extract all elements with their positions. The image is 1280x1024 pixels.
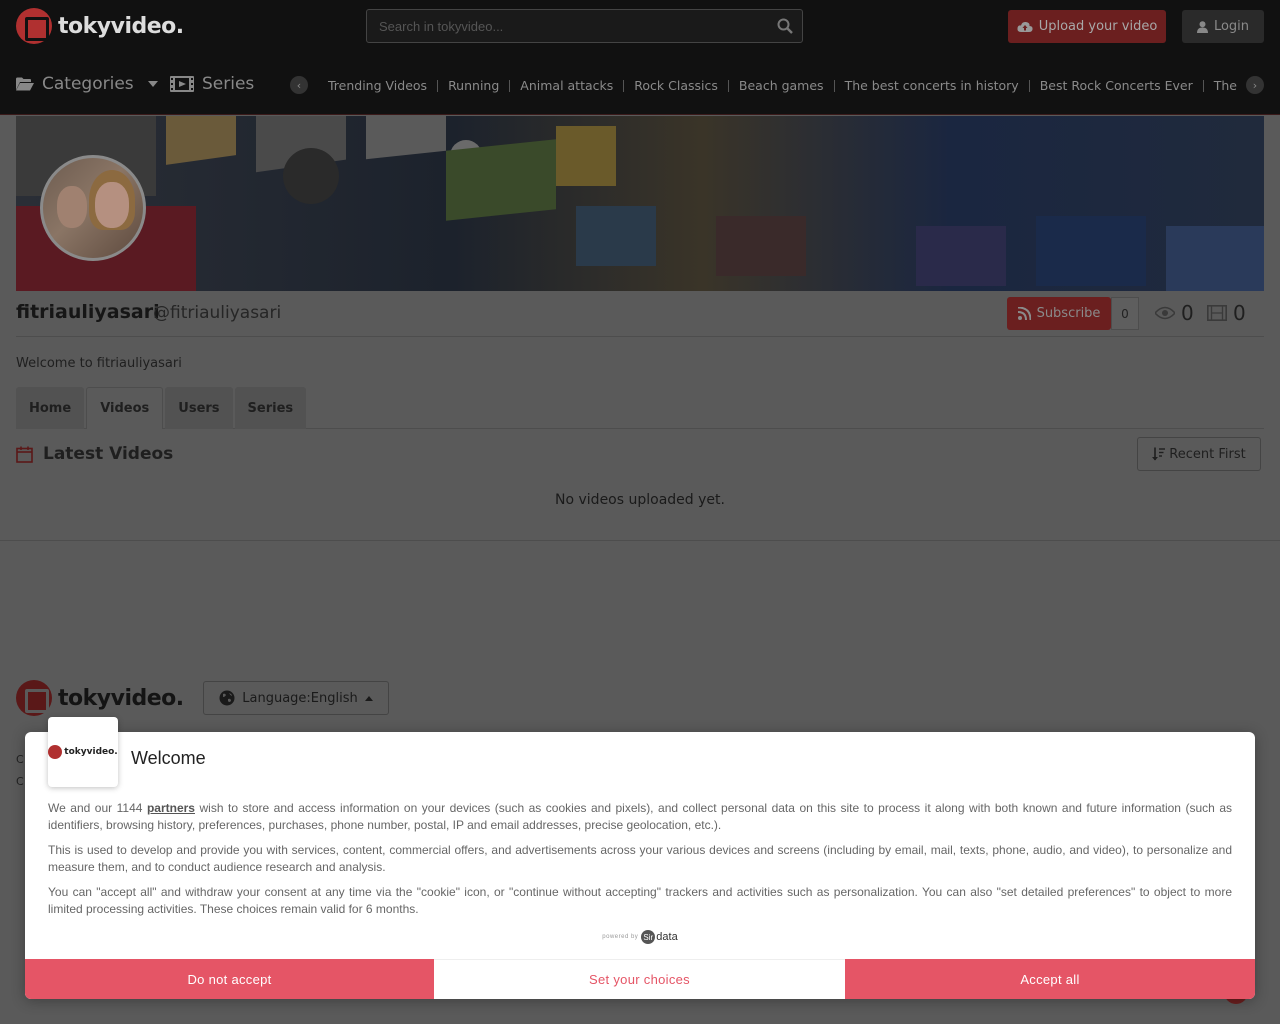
footer-text-line-2: C [16, 775, 24, 788]
consent-logo-text: tokyvideo. [64, 747, 118, 757]
caret-up-icon [364, 695, 373, 701]
sirdata-logo: Sir data [641, 930, 678, 944]
consent-p1-start: We and our 1144 [48, 801, 147, 815]
search-input[interactable] [367, 10, 768, 42]
categories-label: Categories [42, 74, 134, 94]
logo-mark-icon [16, 8, 52, 44]
search-icon [777, 18, 793, 34]
chevron-right-icon: › [1252, 78, 1258, 92]
logo-text: tokyvideo. [58, 13, 184, 39]
subscribe-label: Subscribe [1036, 306, 1101, 321]
powered-by-label: powered by [602, 934, 639, 940]
chevron-left-icon: ‹ [296, 78, 302, 92]
upload-label: Upload your video [1038, 19, 1158, 34]
consent-p1-end: wish to store and access information on … [48, 801, 1232, 832]
tab-series[interactable]: Series [234, 387, 307, 429]
rss-icon [1017, 307, 1031, 320]
subscribe-button[interactable]: Subscribe [1007, 297, 1111, 330]
trending-links: Trending Videos Running Animal attacks R… [318, 76, 1240, 96]
views-stat: 0 [1155, 301, 1194, 325]
banner-image [16, 116, 1264, 291]
category-nav: Categories Series ‹ Trending Videos Runn… [0, 54, 1280, 115]
consent-paragraph-3: You can "accept all" and withdraw your c… [48, 885, 1232, 916]
set-choices-button[interactable]: Set your choices [434, 959, 845, 999]
cloud-upload-icon [1017, 21, 1033, 32]
channel-description: Welcome to fitriauliyasari [16, 356, 182, 371]
sirdata-mark-icon: Sir [641, 930, 656, 944]
nav-link-best-rock-concerts[interactable]: Best Rock Concerts Ever [1028, 79, 1203, 92]
footer-logo-text: tokyvideo. [58, 685, 184, 711]
consent-text: We and our 1144 partners wish to store a… [48, 800, 1232, 926]
nav-link-truncated[interactable]: The b [1202, 79, 1240, 92]
sirdata-text: data [656, 931, 678, 943]
series-link[interactable]: Series [170, 74, 254, 94]
search-box [366, 9, 803, 43]
top-header: tokyvideo. Upload your video Login [0, 0, 1280, 54]
tab-home[interactable]: Home [16, 387, 85, 429]
folder-open-icon [16, 77, 34, 91]
user-icon [1196, 20, 1208, 33]
channel-banner [16, 116, 1264, 291]
channel-tabs: Home Videos Users Series [16, 387, 1264, 429]
nav-scroll-left-button[interactable]: ‹ [290, 76, 308, 94]
videos-count: 0 [1233, 301, 1246, 325]
content-divider [0, 540, 1280, 541]
views-count: 0 [1181, 301, 1194, 325]
language-label: Language:English [242, 690, 358, 706]
channel-handle: @fitriauliyasari [153, 303, 282, 323]
tab-users[interactable]: Users [165, 387, 233, 429]
footer-logo[interactable]: tokyvideo. [16, 680, 184, 716]
nav-link-animal-attacks[interactable]: Animal attacks [509, 79, 623, 92]
series-label: Series [202, 74, 255, 94]
consent-paragraph-1: We and our 1144 partners wish to store a… [48, 800, 1232, 834]
section-header: Latest Videos [16, 444, 173, 464]
sort-label: Recent First [1169, 446, 1246, 462]
nav-link-trending[interactable]: Trending Videos [318, 79, 437, 92]
powered-by: powered by Sir data [25, 930, 1255, 944]
film-icon [170, 76, 194, 92]
avatar-face-right [95, 182, 129, 228]
nav-link-best-concerts[interactable]: The best concerts in history [833, 79, 1029, 92]
subscriber-count: 0 [1111, 297, 1139, 330]
nav-link-rock-classics[interactable]: Rock Classics [623, 79, 728, 92]
search-button[interactable] [768, 10, 802, 42]
cookie-consent-dialog: tokyvideo. Welcome We and our 1144 partn… [25, 717, 1255, 999]
accept-all-button[interactable]: Accept all [845, 959, 1255, 999]
caret-down-icon [147, 81, 158, 87]
consent-buttons: Do not accept Set your choices Accept al… [25, 959, 1255, 999]
nav-link-running[interactable]: Running [437, 79, 509, 92]
film-strip-icon [1207, 305, 1227, 321]
consent-title: Welcome [131, 748, 206, 768]
language-selector[interactable]: Language:English [203, 681, 389, 715]
calendar-icon [16, 446, 33, 463]
partners-link[interactable]: partners [147, 801, 195, 815]
channel-avatar [40, 155, 146, 261]
channel-info-row: fitriauliyasari @fitriauliyasari Subscri… [16, 295, 1264, 337]
consent-logo-mark-icon [48, 745, 63, 759]
login-button[interactable]: Login [1182, 10, 1264, 43]
videos-stat: 0 [1207, 301, 1246, 325]
site-logo[interactable]: tokyvideo. [16, 8, 184, 44]
tab-videos[interactable]: Videos [86, 387, 164, 429]
globe-icon [219, 690, 235, 706]
empty-state-text: No videos uploaded yet. [555, 492, 725, 508]
eye-icon [1155, 306, 1175, 320]
channel-username: fitriauliyasari [16, 301, 160, 323]
upload-video-button[interactable]: Upload your video [1008, 10, 1166, 43]
avatar-face-left [57, 186, 87, 228]
categories-dropdown[interactable]: Categories [16, 74, 158, 94]
consent-paragraph-2: This is used to develop and provide you … [48, 843, 1232, 874]
section-title: Latest Videos [43, 444, 174, 464]
login-label: Login [1213, 19, 1250, 34]
nav-scroll-right-button[interactable]: › [1246, 76, 1264, 94]
footer-text-line-1: C [16, 753, 24, 766]
footer-logo-mark-icon [16, 680, 52, 716]
nav-link-beach-games[interactable]: Beach games [727, 79, 834, 92]
consent-site-logo: tokyvideo. [48, 717, 118, 787]
sort-icon [1152, 447, 1166, 461]
do-not-accept-button[interactable]: Do not accept [25, 959, 434, 999]
sort-button[interactable]: Recent First [1137, 437, 1261, 471]
